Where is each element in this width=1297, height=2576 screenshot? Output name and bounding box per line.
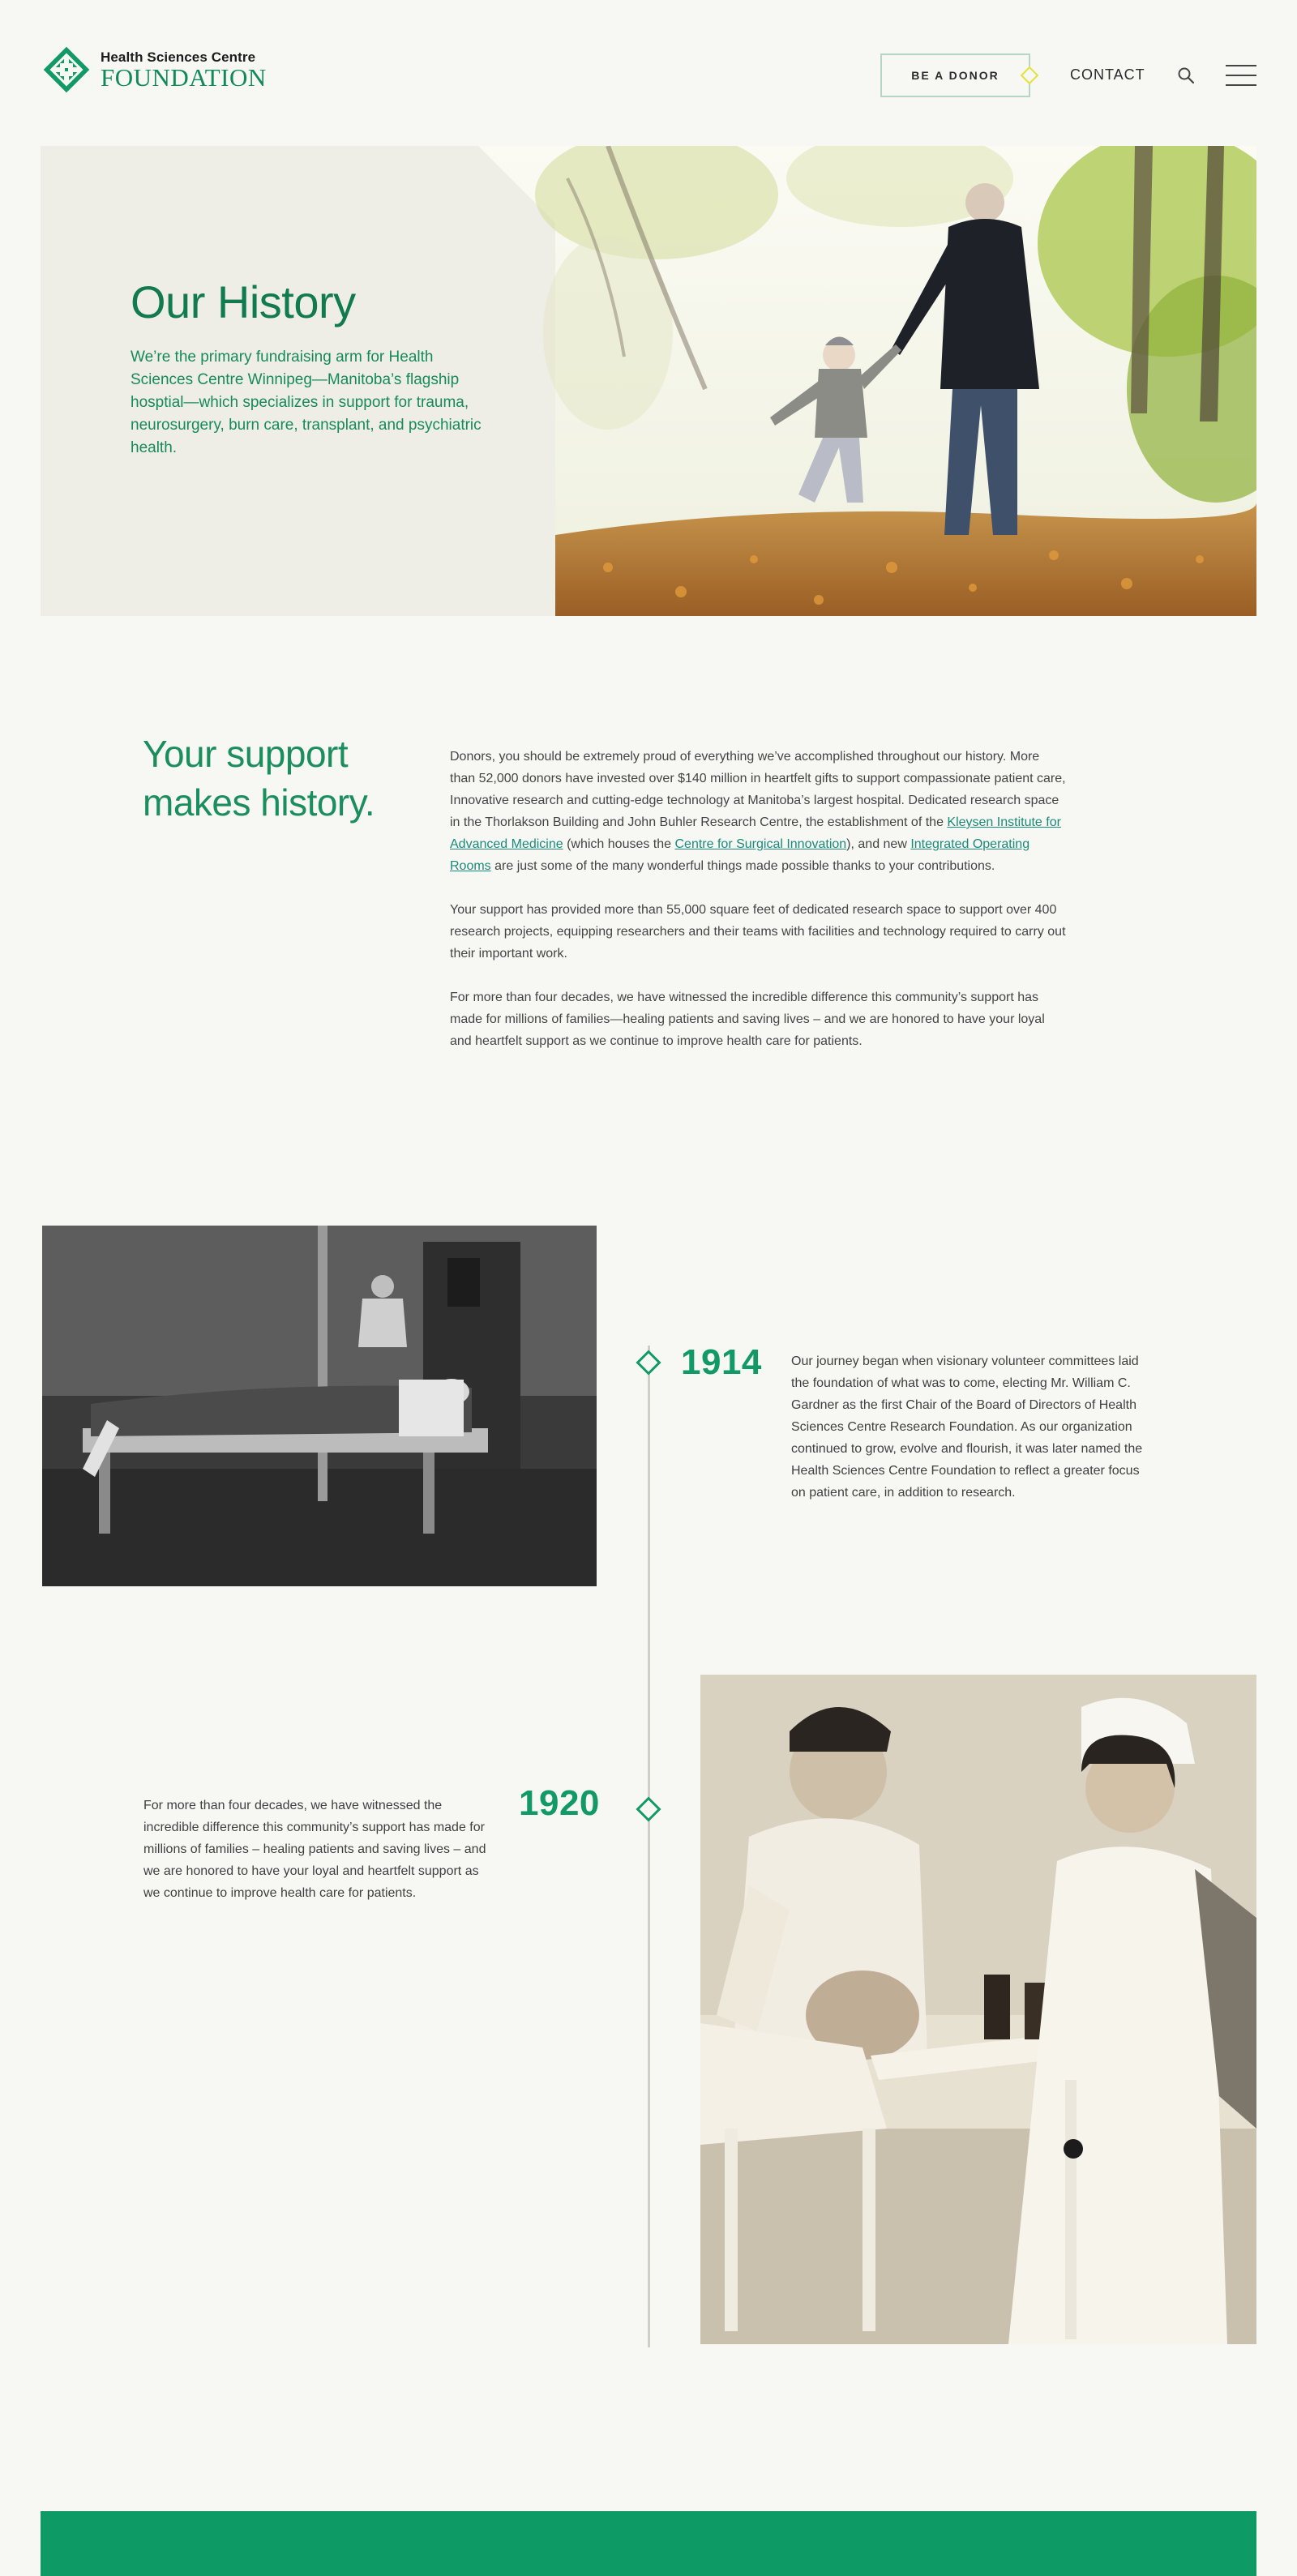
support-heading-line1: Your support <box>143 733 349 775</box>
timeline-year-1920: 1920 <box>519 1783 600 1823</box>
support-paragraph-3: For more than four decades, we have witn… <box>450 991 1045 1048</box>
timeline-text-1920: For more than four decades, we have witn… <box>143 1799 486 1900</box>
logo-wordmark: Health Sciences Centre FOUNDATION <box>101 49 267 90</box>
support-heading: Your support makes history. <box>143 730 410 827</box>
support-p1-text: ), and new <box>846 837 911 851</box>
timeline-marker-1914-icon <box>636 1350 661 1376</box>
photo-1920-doctor-and-nurse <box>700 1675 1256 2344</box>
hero-subtitle: We’re the primary fundraising arm for He… <box>131 349 482 456</box>
centre-for-surgical-innovation-link[interactable]: Centre for Surgical Innovation <box>675 837 847 851</box>
support-paragraph-2: Your support has provided more than 55,0… <box>450 903 1066 961</box>
support-paragraph-1: Donors, you should be extremely proud of… <box>450 746 1066 877</box>
hero-text-block: Our History We’re the primary fundraisin… <box>131 276 487 460</box>
photo-1914-patient-on-table <box>42 1226 597 1586</box>
logo-bottom-text: FOUNDATION <box>101 63 267 92</box>
page-title: Our History <box>131 276 356 327</box>
timeline-line <box>648 1346 650 2347</box>
footer-band <box>41 2511 1256 2576</box>
site-header: Health Sciences Centre FOUNDATION BE A D… <box>0 0 1297 146</box>
hero-section: Our History We’re the primary fundraisin… <box>41 146 1256 616</box>
foundation-logo-icon <box>41 44 92 96</box>
hamburger-menu-icon[interactable] <box>1226 65 1256 86</box>
site-logo[interactable]: Health Sciences Centre FOUNDATION <box>41 44 267 96</box>
be-a-donor-button[interactable]: BE A DONOR <box>880 53 1030 97</box>
timeline-year-1914: 1914 <box>681 1342 762 1382</box>
timeline-marker-1920-icon <box>636 1796 661 1822</box>
search-icon[interactable] <box>1177 66 1195 84</box>
support-p1-text: are just some of the many wonderful thin… <box>490 859 995 873</box>
support-body: Donors, you should be extremely proud of… <box>450 746 1066 1074</box>
support-heading-line2: makes history. <box>143 781 375 824</box>
nav-contact-link[interactable]: CONTACT <box>1070 66 1145 83</box>
support-p1-text: (which houses the <box>563 837 675 851</box>
timeline-text-1914: Our journey began when visionary volunte… <box>791 1354 1143 1500</box>
